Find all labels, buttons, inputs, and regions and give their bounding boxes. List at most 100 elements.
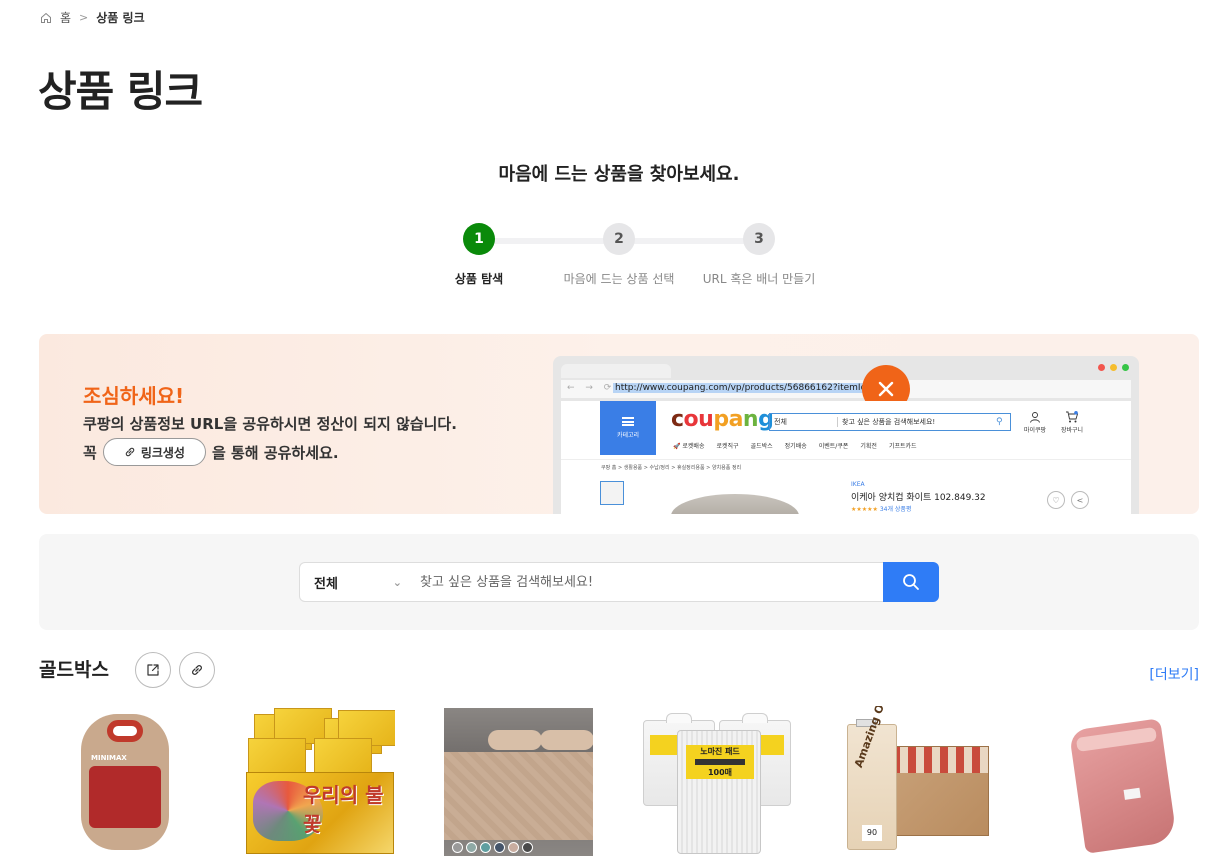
- progress-stepper: 1 2 3 상품 탐색 마음에 드는 상품 선택 URL 혹은 배너 만들기: [440, 223, 820, 293]
- product-search-bar: 전체 ⌄: [299, 562, 939, 602]
- warning-banner: 조심하세요! 쿠팡의 상품정보 URL을 공유하시면 정산이 되지 않습니다. …: [39, 334, 1199, 514]
- product-brand: Amazing Oat: [852, 706, 892, 770]
- product-card[interactable]: [437, 706, 593, 856]
- search-field: 전체 ⌄: [299, 562, 883, 602]
- product-brand: MINIMAX: [91, 754, 127, 762]
- coupang-menu-item: 🚀 로켓배송: [673, 443, 705, 450]
- browser-url-bar: ← → ⟳ http://www.coupang.com/vp/products…: [561, 380, 1131, 398]
- color-swatches: [452, 842, 533, 853]
- coupang-cart: 장바구니: [1061, 411, 1083, 434]
- external-link-icon: [147, 664, 159, 676]
- share-icon: <: [1071, 491, 1089, 509]
- bottle-handle: [107, 720, 143, 742]
- coupang-menu-item: 정기배송: [784, 443, 807, 450]
- coupang-cart-label: 장바구니: [1061, 427, 1084, 434]
- pack: [248, 738, 306, 774]
- browser-url: http://www.coupang.com/vp/products/56866…: [613, 383, 869, 393]
- product-brand: 우리의 불꽃: [303, 783, 384, 836]
- pink-blanket-icon: [1068, 718, 1178, 854]
- browser-illustration: ← → ⟳ http://www.coupang.com/vp/products…: [553, 356, 1139, 514]
- product-list: MINIMAX 우리의 불꽃 노마진 패드 100매 Amazing Oat 9…: [39, 706, 1199, 856]
- copy-link-button[interactable]: [179, 652, 215, 688]
- step-1-indicator: 1: [463, 223, 495, 255]
- coupang-page-preview: 카테고리 coupang 전체 찾고 싶은 상품을 검색해보세요! ⚲ 마이쿠팡…: [561, 401, 1131, 514]
- coupang-menu-item: 기프트카드: [888, 443, 917, 450]
- search-input[interactable]: [410, 574, 883, 590]
- heart-icon: ♡: [1047, 491, 1065, 509]
- star-icon: ★★★★★: [851, 506, 878, 513]
- pad-packs-icon: 노마진 패드 100매: [677, 730, 761, 854]
- breadcrumb-home[interactable]: 홈: [60, 9, 71, 26]
- create-link-button[interactable]: 링크생성: [102, 438, 206, 466]
- warning-line: 꼭 링크생성 을 통해 공유하세요.: [83, 438, 339, 466]
- coupang-nav-menu: 🚀 로켓배송 로켓직구 골드박스 정기배송 이벤트/쿠폰 기획전 기프트카드: [673, 441, 917, 450]
- product-brand: 노마진 패드: [700, 747, 740, 756]
- minimize-dot-icon: [1110, 364, 1117, 371]
- goldbox-section-header: 골드박스 [더보기]: [39, 652, 1199, 688]
- cart-icon: [1066, 411, 1079, 423]
- step-2-label: 마음에 드는 상품 선택: [563, 272, 675, 286]
- coupang-brand: IKEA: [851, 481, 865, 488]
- search-category-value: 전체: [314, 576, 338, 592]
- product-card[interactable]: Amazing Oat 90: [835, 706, 991, 856]
- coupang-search-bar: 전체 찾고 싶은 상품을 검색해보세요! ⚲: [769, 413, 1011, 431]
- review-count: 34개 상품평: [879, 506, 912, 513]
- divider: [561, 459, 1131, 460]
- coupang-product-name: 이케아 양치컵 화이트 102.849.32: [851, 493, 986, 503]
- warning-suffix: 을 통해 공유하세요.: [211, 443, 339, 462]
- coupang-menu-item: 이벤트/쿠폰: [818, 443, 849, 450]
- home-icon[interactable]: [40, 12, 52, 24]
- open-new-window-button[interactable]: [135, 652, 171, 688]
- coupang-menu-item: 로켓직구: [716, 443, 739, 450]
- coupang-my-label: 마이쿠팡: [1024, 427, 1047, 434]
- chevron-down-icon: ⌄: [392, 575, 402, 589]
- product-badge: 90: [862, 825, 882, 841]
- coupang-menu-item: 기획전: [860, 443, 877, 450]
- product-card[interactable]: [1043, 706, 1199, 856]
- more-link[interactable]: [더보기]: [1149, 664, 1199, 684]
- coupang-logo: coupang: [671, 407, 774, 432]
- step-1-label: 상품 탐색: [454, 272, 504, 286]
- minimax-gummy-bottle-icon: MINIMAX: [81, 714, 169, 850]
- coupang-search-category: 전체: [770, 417, 838, 427]
- mattress-pad: [444, 752, 593, 840]
- breadcrumb-current: 상품 링크: [96, 11, 145, 25]
- coupang-category-label: 카테고리: [616, 432, 640, 439]
- search-category-select[interactable]: 전체 ⌄: [300, 573, 410, 592]
- search-icon: ⚲: [996, 417, 1003, 427]
- step-2-indicator: 2: [603, 223, 635, 255]
- step-3-indicator: 3: [743, 223, 775, 255]
- coupang-search-placeholder: 찾고 싶은 상품을 검색해보세요!: [842, 418, 936, 426]
- hand-warmer-pack-icon: 우리의 불꽃: [244, 708, 395, 854]
- breadcrumb: 홈 > 상품 링크: [40, 9, 145, 26]
- link-icon: [192, 665, 202, 675]
- coupang-rating: ★★★★★ 34개 상품평: [851, 504, 911, 513]
- pack-large: 우리의 불꽃: [246, 772, 394, 854]
- warning-title: 조심하세요!: [83, 384, 185, 408]
- create-link-label: 링크생성: [140, 445, 185, 460]
- chevron-right-icon: >: [79, 11, 89, 24]
- oat-drink-carton: [891, 746, 989, 836]
- product-card[interactable]: MINIMAX: [39, 706, 195, 856]
- browser-tab: [561, 364, 671, 378]
- browser-nav-icon: ← → ⟳: [567, 383, 616, 393]
- step-3-label: URL 혹은 배너 만들기: [702, 272, 816, 286]
- product-card[interactable]: 우리의 불꽃: [239, 706, 395, 856]
- warning-text: 쿠팡의 상품정보 URL을 공유하시면 정산이 되지 않습니다.: [83, 415, 457, 433]
- pad-label: 노마진 패드 100매: [686, 745, 754, 779]
- page-title: 상품 링크: [38, 67, 203, 116]
- coupang-category-menu: 카테고리: [600, 401, 656, 455]
- product-thumbnail: [600, 481, 624, 505]
- coupang-menu-item: 골드박스: [750, 443, 773, 450]
- close-dot-icon: [1098, 364, 1105, 371]
- link-icon: [125, 447, 135, 457]
- product-image: [671, 494, 799, 514]
- search-button[interactable]: [883, 562, 939, 602]
- maximize-dot-icon: [1122, 364, 1129, 371]
- window-controls: [1098, 364, 1129, 371]
- product-card[interactable]: 노마진 패드 100매: [637, 706, 793, 856]
- coupang-my-account: 마이쿠팡: [1024, 411, 1046, 434]
- menu-icon: [622, 417, 634, 426]
- product-label: [89, 766, 161, 828]
- pack: [314, 738, 372, 774]
